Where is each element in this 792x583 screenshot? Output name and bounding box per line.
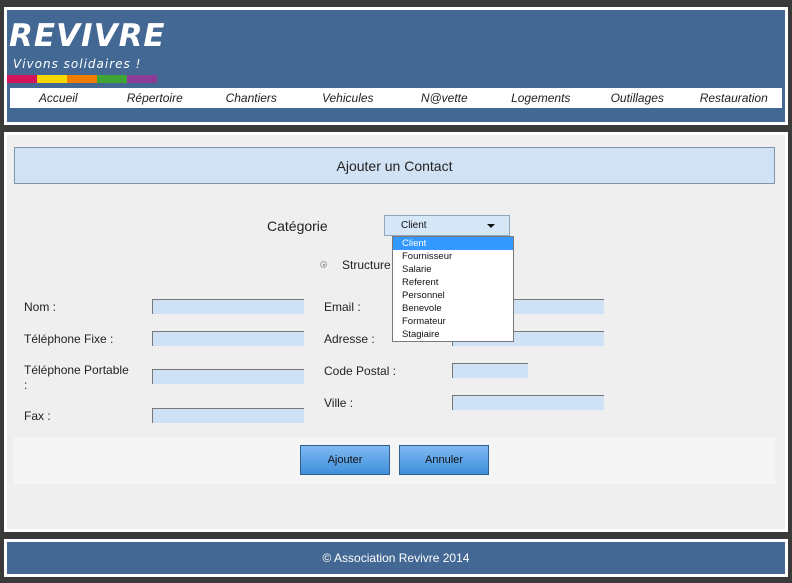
telephone-portable-label: Téléphone Portable: [24, 363, 129, 377]
nav-item-vehicules[interactable]: Vehicules: [300, 88, 397, 108]
nav-item-navette[interactable]: N@vette: [396, 88, 493, 108]
code-postal-field[interactable]: [452, 363, 528, 378]
dropdown-option-fournisseur[interactable]: Fournisseur: [393, 250, 513, 263]
dropdown-option-formateur[interactable]: Formateur: [393, 315, 513, 328]
adresse-label: Adresse :: [324, 332, 375, 346]
fax-field[interactable]: [152, 408, 304, 423]
content-panel: Ajouter un Contact Catégorie Client Stru…: [4, 132, 788, 532]
dropdown-option-benevole[interactable]: Benevole: [393, 302, 513, 315]
structure-radio[interactable]: [320, 261, 327, 268]
header: REVIVRE Vivons solidaires ! Accueil Répe…: [4, 7, 788, 125]
code-postal-label: Code Postal :: [324, 364, 397, 378]
ville-label: Ville :: [324, 396, 354, 410]
dropdown-option-salarie[interactable]: Salarie: [393, 263, 513, 276]
form-area: Ajouter un Contact Catégorie Client Stru…: [7, 135, 785, 529]
logo[interactable]: REVIVRE: [9, 20, 166, 52]
main-nav: Accueil Répertoire Chantiers Vehicules N…: [10, 88, 782, 108]
nav-item-accueil[interactable]: Accueil: [10, 88, 107, 108]
logo-color-segment: [37, 75, 67, 83]
categorie-label: Catégorie: [267, 218, 328, 234]
logo-tagline: Vivons solidaires !: [13, 57, 142, 71]
telephone-portable-label-colon: :: [24, 378, 28, 392]
footer: © Association Revivre 2014: [4, 539, 788, 577]
telephone-fixe-label: Téléphone Fixe :: [24, 332, 114, 346]
ville-field[interactable]: [452, 395, 604, 410]
nav-item-logements[interactable]: Logements: [493, 88, 590, 108]
logo-color-bar: [7, 75, 157, 83]
dropdown-option-personnel[interactable]: Personnel: [393, 289, 513, 302]
structure-label: Structure: [342, 258, 391, 272]
nav-item-repertoire[interactable]: Répertoire: [107, 88, 204, 108]
ajouter-button[interactable]: Ajouter: [300, 445, 390, 475]
dropdown-option-client[interactable]: Client: [393, 237, 513, 250]
telephone-fixe-field[interactable]: [152, 331, 304, 346]
header-banner: REVIVRE Vivons solidaires ! Accueil Répe…: [7, 10, 785, 122]
logo-color-segment: [127, 75, 157, 83]
logo-color-segment: [97, 75, 127, 83]
nav-item-outillages[interactable]: Outillages: [589, 88, 686, 108]
categorie-selected-value: Client: [401, 220, 427, 231]
categorie-dropdown-list: Client Fournisseur Salarie Referent Pers…: [392, 236, 514, 342]
logo-color-segment: [7, 75, 37, 83]
nom-label: Nom :: [24, 300, 57, 314]
chevron-down-icon: [487, 224, 495, 228]
nom-field[interactable]: [152, 299, 304, 314]
nav-item-restauration[interactable]: Restauration: [686, 88, 783, 108]
dropdown-option-stagiaire[interactable]: Stagiaire: [393, 328, 513, 341]
dropdown-option-referent[interactable]: Referent: [393, 276, 513, 289]
telephone-portable-field[interactable]: [152, 369, 304, 384]
form-actions: Ajouter Annuler: [14, 437, 775, 484]
footer-text: © Association Revivre 2014: [7, 542, 785, 574]
email-label: Email :: [324, 300, 361, 314]
annuler-button[interactable]: Annuler: [399, 445, 489, 475]
fax-label: Fax :: [24, 409, 51, 423]
form-title: Ajouter un Contact: [14, 147, 775, 184]
logo-color-segment: [67, 75, 97, 83]
nav-item-chantiers[interactable]: Chantiers: [203, 88, 300, 108]
categorie-select[interactable]: Client: [384, 215, 510, 236]
